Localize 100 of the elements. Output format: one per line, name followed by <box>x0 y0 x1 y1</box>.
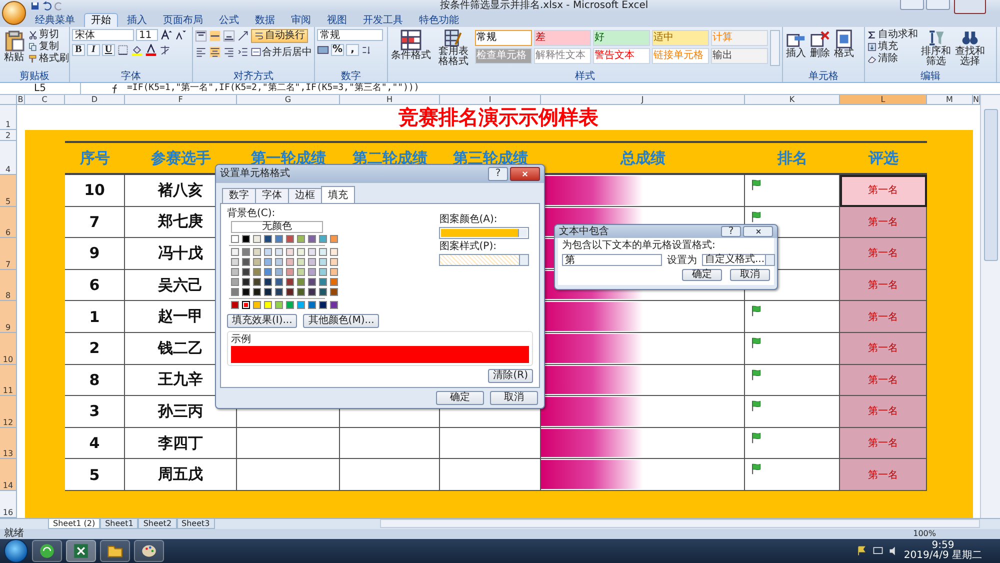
ribbon-tab[interactable]: 页面布局 <box>156 13 210 27</box>
edit-button[interactable]: 清除 <box>867 53 918 64</box>
row-header[interactable]: 13 <box>0 428 17 460</box>
ok-button[interactable]: 确定 <box>436 391 484 405</box>
row-header[interactable]: 10 <box>0 332 17 365</box>
conditional-format-button[interactable]: 条件格式 <box>390 29 432 61</box>
number-button[interactable]: , <box>346 44 359 56</box>
clock-time: 9:59 <box>932 541 954 551</box>
column-header[interactable]: D <box>65 95 125 104</box>
row-header[interactable]: 7 <box>0 238 17 270</box>
row-header[interactable]: 1 <box>0 105 17 130</box>
row-header[interactable]: 6 <box>0 206 17 238</box>
edit-big-button[interactable]: 排序和筛选 <box>920 29 952 67</box>
group-label: 编辑 <box>920 72 940 82</box>
text-input[interactable]: 第 <box>562 254 662 266</box>
column-header[interactable]: M <box>927 95 973 104</box>
dialog-tab[interactable]: 字体 <box>255 188 289 203</box>
row-header[interactable]: 12 <box>0 396 17 428</box>
format-as-table-button[interactable]: 套用表格格式 <box>434 29 473 67</box>
more-colors-button[interactable]: 其他颜色(M)... <box>303 314 380 328</box>
format-button[interactable]: I <box>87 44 100 56</box>
zoom-level: 100% <box>913 529 936 539</box>
pattern-style-label: 图案样式(P): <box>439 241 498 252</box>
column-header[interactable]: L <box>840 95 927 104</box>
font-size-field[interactable]: 11 <box>136 29 158 41</box>
font-name-field[interactable]: 宋体 <box>72 29 134 41</box>
ribbon-tab[interactable]: 审阅 <box>284 13 318 27</box>
ribbon-tab[interactable]: 开发工具 <box>356 13 410 27</box>
format-button[interactable]: U <box>102 44 115 56</box>
merge-center-button[interactable]: 合并后居中 <box>251 46 312 58</box>
paste-button[interactable]: 粘贴 <box>2 29 26 63</box>
table-cell: 李四丁 <box>125 428 237 460</box>
column-header[interactable]: F <box>125 95 237 104</box>
table-cell: 周五戊 <box>125 459 237 491</box>
ribbon-tab[interactable]: 开始 <box>84 13 118 27</box>
formula-field[interactable]: =IF(K5=1,"第一名",IF(K5=2,"第二名",IF(K5=3,"第三名",""))) <box>121 83 420 94</box>
ribbon-tab[interactable]: 数据 <box>248 13 282 27</box>
ribbon-tab[interactable]: 插入 <box>120 13 154 27</box>
cancel-button[interactable]: 取消 <box>490 391 538 405</box>
sheet-tab[interactable]: Sheet1 (2) <box>48 519 100 529</box>
dialog-tab[interactable]: 数字 <box>222 188 256 203</box>
cell-style[interactable]: 输出 <box>710 48 768 64</box>
ribbon-tab[interactable]: 视图 <box>320 13 354 27</box>
row-header[interactable]: 2 <box>0 130 17 141</box>
set-as-label: 设置为 <box>667 254 697 266</box>
group-label: 数字 <box>341 72 361 82</box>
edit-button[interactable]: 自动求和 <box>867 29 918 40</box>
cell-style[interactable]: 差 <box>534 30 591 46</box>
ribbon-tab[interactable]: 经典菜单 <box>28 13 82 27</box>
ribbon-tab[interactable]: 公式 <box>212 13 246 27</box>
clear-button[interactable]: 清除(R) <box>488 369 533 383</box>
row-header[interactable]: 11 <box>0 364 17 396</box>
cell-style[interactable]: 适中 <box>652 30 709 46</box>
number-format-field[interactable]: 常规 <box>317 29 383 41</box>
cell-button[interactable]: 格式 <box>833 29 855 59</box>
format-dropdown[interactable]: 自定义格式... <box>702 254 775 266</box>
cancel-button[interactable]: 取消 <box>730 269 770 281</box>
row-header[interactable]: 16 <box>0 490 17 518</box>
row-header[interactable]: 4 <box>0 141 17 175</box>
wrap-text-button[interactable]: 自动换行 <box>251 29 308 43</box>
cell-button[interactable]: 插入 <box>785 29 807 59</box>
row-header[interactable]: 9 <box>0 301 17 333</box>
column-header[interactable]: H <box>340 95 440 104</box>
sheet-tab[interactable]: Sheet3 <box>176 519 215 529</box>
ok-button[interactable]: 确定 <box>682 269 722 281</box>
column-heading: 总成绩 <box>541 141 745 175</box>
clipboard-button[interactable]: 复制 <box>28 41 69 52</box>
cell-style[interactable]: 警告文本 <box>592 48 650 64</box>
clipboard-button[interactable]: 格式刷 <box>28 53 69 64</box>
clipboard-button[interactable]: 剪切 <box>28 29 69 40</box>
format-button[interactable]: B <box>72 44 85 56</box>
column-header[interactable]: J <box>541 95 745 104</box>
name-box[interactable]: L5 <box>0 83 81 94</box>
table-cell[interactable]: 第一名 <box>840 175 927 207</box>
dialog-tab[interactable]: 填充 <box>321 186 355 203</box>
edit-big-button[interactable]: 查找和选择 <box>954 29 986 67</box>
table-cell: 2 <box>65 332 125 365</box>
cell-style[interactable]: 常规 <box>474 30 532 46</box>
column-header[interactable]: C <box>25 95 65 104</box>
row-header[interactable]: 5 <box>0 175 17 207</box>
row-header[interactable]: 8 <box>0 270 17 302</box>
help-button[interactable]: ? <box>721 226 741 237</box>
cell-style[interactable]: 好 <box>592 30 650 46</box>
no-color-button[interactable]: 无颜色 <box>231 221 323 233</box>
ribbon-tab[interactable]: 特色功能 <box>412 13 466 27</box>
cell-style[interactable]: 解释性文本 <box>534 48 591 64</box>
group-label: 单元格 <box>808 72 838 82</box>
column-header[interactable]: I <box>440 95 541 104</box>
row-header[interactable]: 14 <box>0 459 17 491</box>
sheet-title: 竞赛排名演示示例样表 <box>398 105 600 130</box>
edit-button[interactable]: 填充 <box>867 41 918 52</box>
dialog-tab[interactable]: 边框 <box>288 188 322 203</box>
number-button[interactable]: % <box>331 44 344 56</box>
fill-effects-button[interactable]: 填充效果(I)... <box>227 314 298 328</box>
column-header[interactable]: G <box>237 95 340 104</box>
sheet-tab[interactable]: Sheet2 <box>138 519 177 529</box>
help-button[interactable]: ? <box>488 167 508 181</box>
sheet-tab[interactable]: Sheet1 <box>100 519 138 529</box>
cell-button[interactable]: 删除 <box>809 29 831 59</box>
column-header[interactable]: B <box>17 95 25 104</box>
